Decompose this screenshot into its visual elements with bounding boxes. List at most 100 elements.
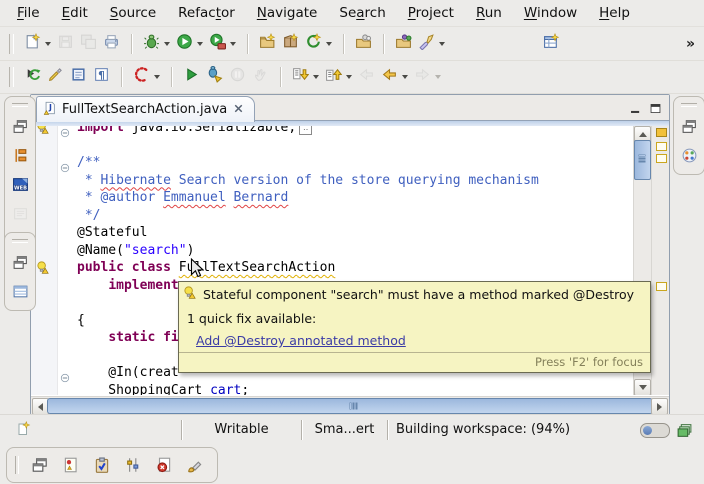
properties-view-shortcut[interactable] [123,455,143,475]
drag-handle[interactable] [12,103,28,107]
drag-handle[interactable] [12,239,28,243]
horizontal-scrollbar[interactable] [31,396,669,414]
warning-lightbulb-icon[interactable] [36,260,51,275]
drag-handle[interactable] [15,456,19,474]
console-view-shortcut[interactable] [185,455,205,475]
tab-close-icon[interactable] [232,100,245,119]
code-line[interactable]: * @author Emmanuel Bernard [77,189,633,207]
menu-navigate[interactable]: Navigate [246,2,329,24]
palette-view-shortcut[interactable] [679,145,699,165]
code-line[interactable]: */ [77,207,633,225]
code-line[interactable] [77,137,633,155]
new-view-button[interactable] [540,31,563,57]
table-view-shortcut[interactable] [10,281,30,301]
folding-ruler[interactable] [58,126,73,395]
drag-handle[interactable] [681,103,697,107]
code-line[interactable]: @Stateful [77,224,633,242]
last-edit-location-button[interactable] [21,64,44,90]
web-view-shortcut[interactable]: WEB [10,174,30,194]
code-line[interactable]: @Name("search") [77,242,633,260]
news-view-shortcut[interactable] [10,203,30,223]
menu-project[interactable]: Project [397,2,465,24]
add-destroy-method-link[interactable]: Add @Destroy annotated method [196,333,406,348]
package-explorer-shortcut[interactable] [10,145,30,165]
maximize-editor-button[interactable] [649,100,662,119]
toolbar-handle[interactable] [9,67,14,87]
debug-button[interactable] [140,31,173,57]
prev-annotation-dropdown-arrow[interactable] [346,75,352,79]
debug-dropdown-arrow[interactable] [164,42,170,46]
vertical-scroll-thumb[interactable] [634,140,651,180]
forward-dropdown-arrow[interactable] [435,75,441,79]
drag-mode-button[interactable] [249,64,272,90]
run-dropdown-arrow[interactable] [197,42,203,46]
code-line[interactable]: /** [77,154,633,172]
next-annotation-button[interactable] [289,64,322,90]
restore-views-button[interactable] [10,116,30,136]
last-edit-back-button[interactable] [355,64,378,90]
restore-views-button[interactable] [30,455,50,475]
collapse-region-icon[interactable] [60,368,70,378]
save-all-button[interactable] [77,31,100,57]
code-line[interactable]: ShoppingCart cart; [77,382,633,396]
new-package-button[interactable] [279,31,302,57]
suspend-button[interactable] [226,64,249,90]
menu-help[interactable]: Help [588,2,641,24]
menu-source[interactable]: Source [99,2,167,24]
open-resource-button[interactable] [392,31,415,57]
new-webservice-dropdown-arrow[interactable] [326,42,332,46]
scroll-right-button[interactable] [651,398,668,415]
menu-edit[interactable]: Edit [51,2,99,24]
menu-search[interactable]: Search [328,2,396,24]
collapse-region-icon[interactable] [60,158,70,168]
seam-tools-button[interactable] [130,64,163,90]
new-project-wizard-button[interactable] [256,31,279,57]
tab-fulltextsearchaction[interactable]: J FullTextSearchAction.java [36,96,255,122]
restore-views-button[interactable] [10,252,30,272]
new-wizard-button[interactable] [21,31,54,57]
skip-breakpoints-button[interactable] [203,64,226,90]
print-button[interactable] [100,31,123,57]
show-source-button[interactable] [67,64,90,90]
search-button[interactable] [415,31,448,57]
next-annotation-dropdown-arrow[interactable] [313,75,319,79]
external-tools-button[interactable] [206,31,239,57]
forward-button[interactable] [411,64,444,90]
code-line[interactable]: public class FullTextSearchAction [77,259,633,277]
minimize-editor-button[interactable] [629,100,642,119]
new-wizard-dropdown-arrow[interactable] [45,42,51,46]
code-line[interactable]: * Hibernate Search version of the store … [77,172,633,190]
menu-window[interactable]: Window [513,2,588,24]
menu-refactor[interactable]: Refactor [167,2,246,24]
folded-imports-box[interactable]: ‥ [299,126,312,135]
background-jobs-icon[interactable] [676,422,693,439]
code-line[interactable]: import java.io.Serializable;‥ [77,126,633,137]
warning-overview-marker[interactable] [656,128,667,137]
toolbar-handle[interactable] [9,34,14,54]
seam-dropdown-arrow[interactable] [154,75,160,79]
warning-lightbulb-icon[interactable] [36,126,51,135]
back-dropdown-arrow[interactable] [402,75,408,79]
mark-occurrences-button[interactable] [44,64,67,90]
show-whitespace-button[interactable]: ¶ [90,64,113,90]
overview-ruler[interactable] [651,126,669,395]
horizontal-scroll-thumb[interactable] [47,398,653,414]
restore-views-button[interactable] [679,116,699,136]
new-webservice-button[interactable] [302,31,335,57]
previous-annotation-button[interactable] [322,64,355,90]
warning-overview-marker[interactable] [656,142,667,151]
back-button[interactable] [378,64,411,90]
run-external-dropdown-arrow[interactable] [230,42,236,46]
menu-file[interactable]: File [6,2,51,24]
tasks-view-shortcut[interactable] [92,455,112,475]
search-flashlight-dropdown-arrow[interactable] [439,42,445,46]
collapse-region-icon[interactable] [60,126,70,133]
open-type-button[interactable] [352,31,375,57]
run-button[interactable] [173,31,206,57]
problems-view-shortcut[interactable] [61,455,81,475]
warning-overview-marker[interactable] [656,154,667,163]
toolbar-overflow-chevron[interactable]: » [686,36,694,52]
scroll-down-button[interactable] [634,379,651,395]
warning-overview-marker[interactable] [656,282,667,291]
run-last-launched-button[interactable] [180,64,203,90]
